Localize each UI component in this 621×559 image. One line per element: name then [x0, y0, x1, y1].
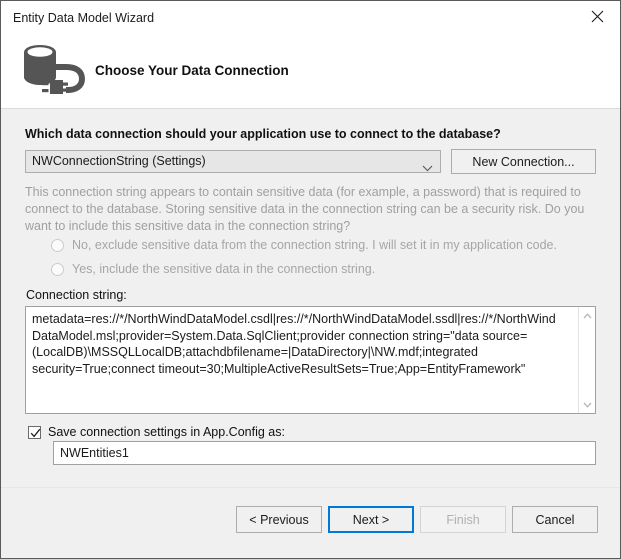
page-title: Choose Your Data Connection: [95, 63, 289, 78]
cancel-button[interactable]: Cancel: [512, 506, 598, 533]
new-connection-button[interactable]: New Connection...: [451, 149, 596, 174]
radio-include-label: Yes, include the sensitive data in the c…: [72, 262, 376, 276]
finish-button: Finish: [420, 506, 506, 533]
checkmark-icon: [28, 426, 41, 439]
connection-string-textarea[interactable]: metadata=res://*/NorthWindDataModel.csdl…: [25, 306, 596, 414]
database-connection-icon: [18, 39, 94, 101]
question-label: Which data connection should your applic…: [25, 127, 501, 141]
chevron-down-icon[interactable]: [579, 396, 595, 413]
entity-data-model-wizard-window: Entity Data Model Wizard Choose Your Dat…: [0, 0, 621, 559]
chevron-down-icon: [422, 159, 433, 177]
wizard-footer: < Previous Next > Finish Cancel: [1, 487, 620, 558]
sensitive-data-note: This connection string appears to contai…: [25, 185, 585, 233]
close-icon[interactable]: [575, 1, 620, 32]
connection-string-value: metadata=res://*/NorthWindDataModel.csdl…: [32, 312, 556, 376]
connection-combo[interactable]: NWConnectionString (Settings): [25, 150, 441, 173]
connection-string-scrollbar[interactable]: [578, 307, 595, 413]
radio-exclude-label: No, exclude sensitive data from the conn…: [72, 238, 557, 252]
next-button[interactable]: Next >: [328, 506, 414, 533]
title-bar: Entity Data Model Wizard: [1, 1, 620, 37]
radio-button-unselected-icon: [51, 239, 64, 252]
previous-button[interactable]: < Previous: [236, 506, 322, 533]
wizard-body: Which data connection should your applic…: [1, 110, 620, 486]
window-title: Entity Data Model Wizard: [13, 11, 155, 25]
connection-string-label: Connection string:: [26, 288, 127, 302]
wizard-header: Choose Your Data Connection: [1, 37, 620, 109]
chevron-up-icon[interactable]: [579, 307, 595, 324]
radio-button-unselected-icon: [51, 263, 64, 276]
entities-name-input[interactable]: [53, 441, 596, 465]
save-to-appconfig-label: Save connection settings in App.Config a…: [48, 425, 285, 439]
connection-combo-value: NWConnectionString (Settings): [32, 154, 206, 168]
